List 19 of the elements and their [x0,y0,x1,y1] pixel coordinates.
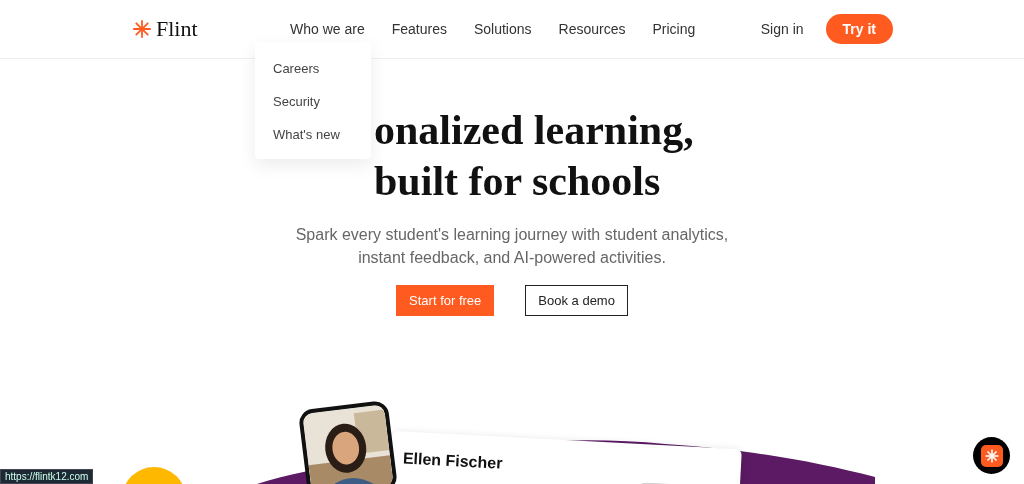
hero-heading: built for schools [374,157,662,206]
nav-link[interactable]: Solutions [473,21,532,37]
dropdown-item[interactable]: What's new [255,118,371,151]
chat-button[interactable] [973,437,1010,474]
hero-heading: onalized learning, [374,106,695,155]
logo-text[interactable]: Flint [156,16,198,42]
sign-in-link[interactable]: Sign in [760,21,804,37]
nav-link[interactable]: Who we are [290,21,365,37]
logo-icon [133,20,151,38]
nav-link[interactable]: Resources [558,21,626,37]
spark-icon [980,444,1003,467]
dropdown-item[interactable]: Careers [255,52,371,85]
nav-link[interactable]: Features [391,21,447,37]
nav-link[interactable]: Pricing [652,21,696,37]
student-name: Ellen Fischer [402,449,503,473]
hero-subtitle: Spark every student's learning journey with student analytics, instant feedback, and AI-powered activities. [294,225,730,268]
dropdown-item[interactable]: Security [255,85,371,118]
status-url: https://flintk12.com [0,469,94,484]
demo-button[interactable]: Book a demo [525,285,628,316]
